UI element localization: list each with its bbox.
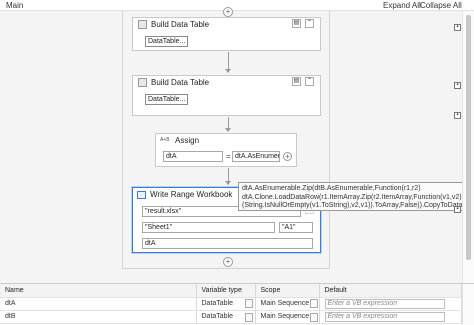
assign-icon: A+B [160,137,170,143]
assign-value-field[interactable]: dtA.AsEnumer... [232,151,280,162]
column-header-scope[interactable]: Scope [255,284,320,298]
column-header-default[interactable]: Default [319,284,462,298]
excel-icon [137,191,146,199]
column-header-name[interactable]: Name [0,284,197,298]
add-activity-icon[interactable]: + [223,7,233,17]
collapse-all-link[interactable]: Collapse All [420,1,462,10]
table-row[interactable]: dtB DataTable Main Sequence Enter a VB e… [0,310,462,324]
activity-title: Write Range Workbook [150,190,233,199]
drag-handle-icon[interactable]: ▤ [292,19,301,28]
activity-header: Build Data Table ▤ ⌃ [133,18,320,30]
designer-header: Main Expand All Collapse All [0,0,474,11]
vertical-scrollbar[interactable] [462,11,474,283]
connector-arrow [225,128,231,132]
expression-tooltip: dtA.AsEnumerable.Zip(dtB.AsEnumerable,Fu… [238,182,470,211]
variable-name[interactable]: dtA [0,297,197,311]
dropdown-icon[interactable] [245,299,253,308]
scrollbar-thumb[interactable] [466,15,471,260]
tooltip-line: (String.IsNullOrEmpty(v1.ToString),v2,v1… [242,202,470,209]
connector-arrow [225,181,231,185]
assign-activity[interactable]: A+B Assign dtA = dtA.AsEnumer... + [155,133,297,167]
expand-all-link[interactable]: Expand All [383,1,421,10]
variable-name[interactable]: dtB [0,310,197,324]
collapse-icon[interactable]: ⌃ [305,77,314,86]
activity-title: Assign [175,136,200,145]
default-value-input[interactable]: Enter a VB expression [324,298,445,309]
data-table-icon [138,20,147,29]
build-data-table-activity[interactable]: Build Data Table ▤ ⌃ DataTable... [132,17,321,51]
tooltip-line: dtA.AsEnumerable.Zip(dtB.AsEnumerable,Fu… [242,185,421,192]
connector-line [228,168,229,182]
assign-to-field[interactable]: dtA [163,151,223,162]
connector-line [228,52,229,70]
panel-toggle-icon[interactable]: ▪ [454,112,461,119]
activity-title: Build Data Table [151,20,210,29]
start-cell-field[interactable]: "A1" [279,222,313,233]
data-table-icon [138,78,147,87]
add-activity-icon[interactable]: + [223,257,233,267]
side-rail: ▪ ▪ ▪ ▪ [453,11,462,283]
activity-header: Build Data Table ▤ ⌃ [133,76,320,88]
collapse-icon[interactable]: ⌃ [305,19,314,28]
dropdown-icon[interactable] [310,313,318,322]
tooltip-line: dtA.Clone.LoadDataRow(r1.ItemArray.Zip(r… [242,193,467,201]
datatable-button[interactable]: DataTable... [145,36,189,47]
assign-equals: = [226,152,231,161]
activity-header: A+B Assign [156,134,296,146]
datatable-field[interactable]: dtA [142,238,313,249]
dropdown-icon[interactable] [245,313,253,322]
designer-canvas: + Build Data Table ▤ ⌃ DataTable... Buil… [0,7,470,283]
workflow-title: Main [6,1,24,10]
panel-scrollbar[interactable] [462,284,474,325]
variables-panel: Name Variable type Scope Default dtA Dat… [0,283,474,325]
default-value-input[interactable]: Enter a VB expression [324,311,445,322]
variables-table: Name Variable type Scope Default dtA Dat… [0,284,462,324]
sheet-name-field[interactable]: "Sheet1" [142,222,275,233]
dropdown-icon[interactable] [310,299,318,308]
plus-icon[interactable]: + [283,152,292,161]
activity-title: Build Data Table [151,78,210,87]
connector-arrow [225,69,231,73]
panel-toggle-icon[interactable]: ▪ [454,24,461,31]
table-row[interactable]: dtA DataTable Main Sequence Enter a VB e… [0,297,462,311]
column-header-type[interactable]: Variable type [196,284,256,298]
drag-handle-icon[interactable]: ▤ [292,77,301,86]
panel-toggle-icon[interactable]: ▪ [454,82,461,89]
panel-toggle-icon[interactable]: ▪ [454,206,461,213]
table-header-row: Name Variable type Scope Default [0,284,462,298]
build-data-table-activity[interactable]: Build Data Table ▤ ⌃ DataTable... [132,75,321,116]
datatable-button[interactable]: DataTable... [145,94,189,105]
